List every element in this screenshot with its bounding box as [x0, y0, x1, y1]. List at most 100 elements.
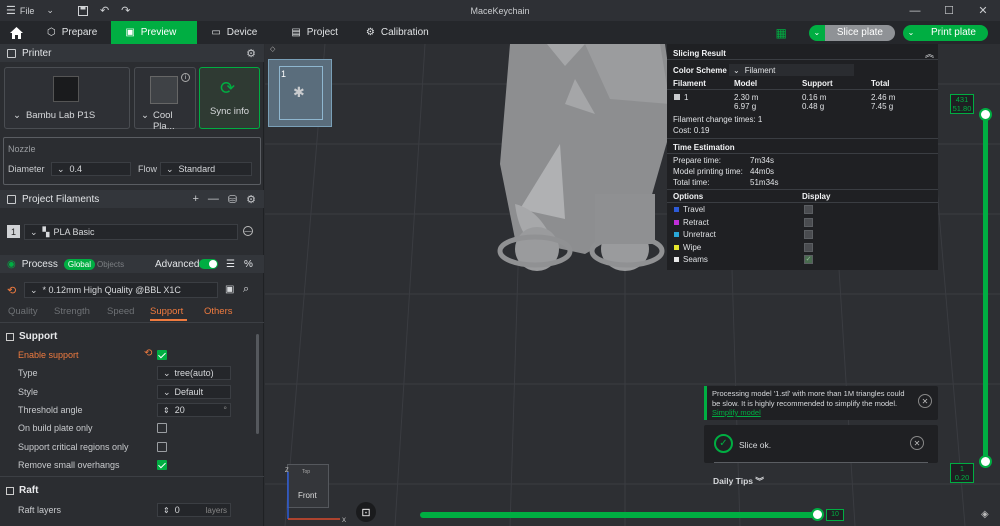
add-icon[interactable]: +: [192, 193, 198, 205]
build-plate-label: On build plate only: [18, 423, 93, 433]
slice-ok-close-icon[interactable]: ✕: [910, 436, 924, 450]
filament-edit-icon[interactable]: —: [243, 226, 253, 236]
save-icon[interactable]: [72, 0, 94, 21]
reset-icon[interactable]: ⟲: [7, 284, 16, 297]
tab-support[interactable]: Support: [150, 306, 183, 317]
support-type-select[interactable]: ⌄ tree(auto): [157, 366, 231, 380]
tab-prepare[interactable]: ⬡ Prepare: [33, 21, 111, 44]
layer-top-readout: 431 51.80: [950, 94, 974, 114]
filament-dropdown-icon: ⌄: [30, 226, 38, 237]
warning-close-icon[interactable]: ✕: [918, 394, 932, 408]
tab-calibration[interactable]: ⚙ Calibration: [352, 21, 443, 44]
model-render[interactable]: [497, 44, 675, 271]
preset-save-icon[interactable]: ▣: [225, 284, 234, 295]
global-toggle[interactable]: Global: [63, 258, 95, 270]
preset-search-icon[interactable]: ⌕: [243, 283, 249, 296]
enable-support-reset-icon[interactable]: ⟲: [144, 348, 152, 359]
global-label: Global: [67, 259, 91, 269]
maximize-icon[interactable]: ☐: [932, 0, 966, 21]
app-menu[interactable]: ☰ File: [0, 0, 40, 21]
filament-sync-icon[interactable]: ⛁: [228, 193, 237, 206]
print-dropdown-icon[interactable]: ⌄: [902, 24, 919, 41]
layer-slider-top-handle[interactable]: [979, 108, 992, 121]
tab-speed[interactable]: Speed: [107, 306, 134, 317]
plate-type-card[interactable]: i ⌄ Cool Pla...: [134, 67, 196, 132]
option-display-checkbox[interactable]: ✓: [804, 255, 813, 264]
tab-device[interactable]: ▭ Device: [197, 21, 271, 44]
slice-plate-label: Slice plate: [824, 24, 895, 41]
collapse-icon[interactable]: ◇: [270, 45, 275, 53]
overhangs-checkbox[interactable]: [157, 460, 167, 470]
dropdown-chevron-icon[interactable]: ⌄: [40, 0, 60, 21]
printer-dropdown-icon[interactable]: ⌄: [13, 110, 21, 121]
diameter-dropdown-icon: ⌄: [57, 163, 65, 174]
raft-stepper-icon[interactable]: ⇕: [163, 506, 170, 515]
filament-settings-icon[interactable]: ⚙: [246, 193, 256, 206]
undo-icon[interactable]: ↶: [94, 0, 115, 21]
remove-icon[interactable]: —: [208, 193, 219, 205]
tab-project-label: Project: [306, 27, 338, 38]
layer-slider-track[interactable]: [983, 112, 988, 466]
close-window-icon[interactable]: ✕: [966, 0, 1000, 21]
warning-message: Processing model '1.stl' with more than …: [712, 389, 905, 408]
plate-dropdown-icon[interactable]: ⌄: [141, 110, 149, 132]
flow-select[interactable]: ⌄ Standard: [160, 162, 252, 176]
enable-support-checkbox[interactable]: [157, 350, 167, 360]
tab-others[interactable]: Others: [204, 306, 233, 317]
option-display-checkbox[interactable]: [804, 230, 813, 239]
simplify-model-link[interactable]: Simplify model: [712, 408, 761, 417]
daily-tips[interactable]: Daily Tips ︾: [713, 475, 764, 487]
axis-gizmo-icon: Z X: [285, 468, 346, 524]
option-display-checkbox[interactable]: [804, 205, 813, 214]
slice-dropdown-icon[interactable]: ⌄: [808, 24, 825, 41]
printer-settings-icon[interactable]: ⚙: [246, 47, 256, 60]
tab-strength[interactable]: Strength: [54, 306, 90, 317]
diameter-select[interactable]: ⌄ 0.4: [51, 162, 131, 176]
list-icon[interactable]: ☰: [226, 259, 235, 270]
move-slider-track[interactable]: [420, 512, 818, 518]
color-scheme-select[interactable]: ⌄ Filament: [729, 64, 854, 76]
camera-focus-icon[interactable]: ⊡: [356, 502, 376, 522]
move-slider-handle[interactable]: [811, 508, 824, 521]
slice-ok-notification: ✓ Slice ok. ✕: [704, 425, 938, 463]
sync-info-button[interactable]: ⟳ Sync info: [199, 67, 260, 129]
printer-model-card[interactable]: ⌄ Bambu Lab P1S: [4, 67, 130, 129]
stepper-arrows-icon[interactable]: ⇕: [163, 406, 170, 415]
print-plate-button[interactable]: ⌄ Print plate: [902, 24, 988, 41]
flow-label: Flow: [138, 164, 158, 174]
critical-regions-checkbox[interactable]: [157, 442, 167, 452]
objects-toggle[interactable]: Objects: [97, 260, 124, 269]
file-menu[interactable]: File: [20, 6, 35, 16]
raft-layers-unit: layers: [205, 505, 227, 515]
layer-slider-bottom-handle[interactable]: [979, 455, 992, 468]
printer-model-name: Bambu Lab P1S: [25, 110, 96, 121]
plate-model-icon: ✱: [293, 84, 305, 100]
advanced-switch[interactable]: [199, 259, 218, 269]
option-display-checkbox[interactable]: [804, 217, 813, 227]
layers-icon[interactable]: ◈: [981, 509, 989, 520]
move-slider-value: 10: [826, 509, 844, 521]
option-color-swatch: [674, 207, 679, 212]
filament-select[interactable]: ⌄ ▚ PLA Basic: [24, 224, 238, 240]
minimize-icon[interactable]: —: [898, 0, 932, 21]
support-style-select[interactable]: ⌄ Default: [157, 385, 231, 399]
process-preset-select[interactable]: ⌄ * 0.12mm High Quality @BBL X1C: [24, 282, 218, 298]
type-dropdown-icon: ⌄: [163, 367, 171, 378]
sidebar-scrollbar[interactable]: [256, 334, 259, 434]
option-display-checkbox[interactable]: [804, 242, 813, 252]
tab-preview[interactable]: ▣ Preview: [111, 21, 198, 44]
raft-layers-value: 0: [174, 505, 180, 515]
home-icon[interactable]: [0, 21, 33, 44]
raft-layers-stepper[interactable]: ⇕ 0 layers: [157, 503, 231, 517]
info-icon[interactable]: i: [181, 73, 190, 82]
tab-quality[interactable]: Quality: [8, 306, 38, 317]
tab-project[interactable]: ▤ Project: [277, 21, 352, 44]
slice-plate-button[interactable]: ⌄ Slice plate: [808, 24, 895, 41]
col-filament: Filament: [673, 79, 706, 88]
plate-thumbnail-card[interactable]: 1 ✱: [268, 59, 332, 127]
redo-icon[interactable]: ↷: [115, 0, 136, 21]
plate-layout-icon[interactable]: ▦: [775, 26, 786, 40]
threshold-stepper[interactable]: ⇕ 20 °: [157, 403, 231, 417]
percent-icon[interactable]: %: [244, 259, 253, 270]
build-plate-checkbox[interactable]: [157, 423, 167, 433]
